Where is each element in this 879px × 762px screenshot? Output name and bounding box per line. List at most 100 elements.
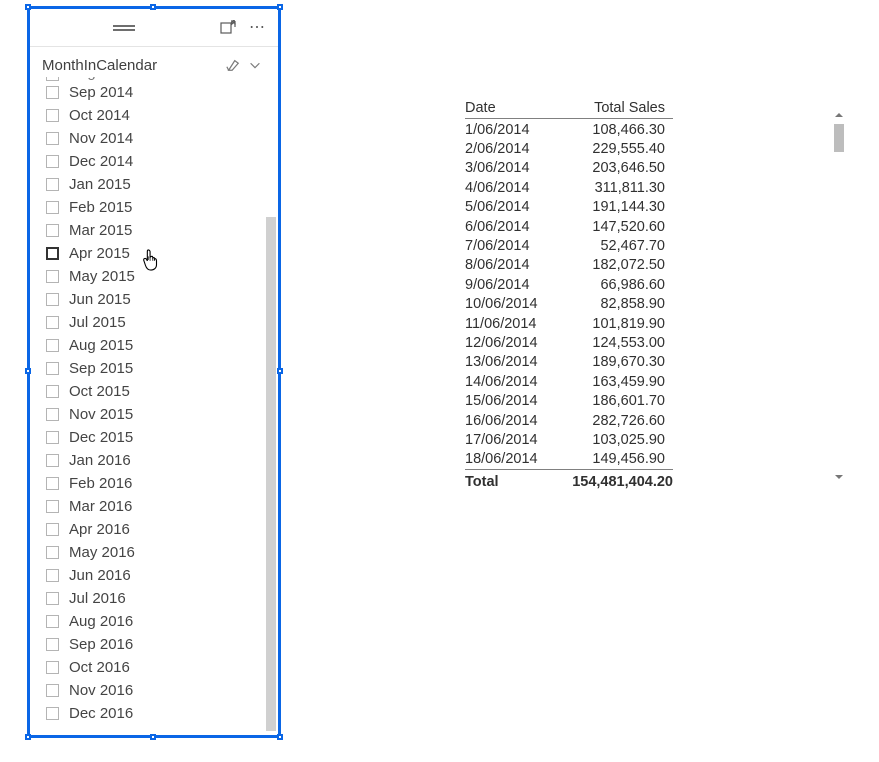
chevron-down-icon[interactable] — [244, 54, 266, 76]
slicer-item[interactable]: Nov 2016 — [30, 679, 264, 702]
slicer-item[interactable]: Nov 2015 — [30, 403, 264, 426]
slicer-item[interactable]: Jan 2015 — [30, 173, 264, 196]
table-row[interactable]: 7/06/201452,467.70 — [465, 236, 673, 255]
scrollbar-thumb[interactable] — [834, 124, 844, 152]
slicer-item[interactable]: Aug 2016 — [30, 610, 264, 633]
slicer-item[interactable]: Aug 2015 — [30, 334, 264, 357]
table-header-row: Date Total Sales — [465, 100, 673, 119]
checkbox-icon[interactable] — [46, 77, 59, 81]
table-row[interactable]: 9/06/201466,986.60 — [465, 275, 673, 294]
checkbox-icon[interactable] — [46, 385, 59, 398]
checkbox-icon[interactable] — [46, 546, 59, 559]
slicer-item[interactable]: Jul 2015 — [30, 311, 264, 334]
checkbox-icon[interactable] — [46, 592, 59, 605]
table-scrollbar[interactable] — [833, 109, 845, 483]
slicer-item[interactable]: Oct 2015 — [30, 380, 264, 403]
slicer-item[interactable]: Jan 2016 — [30, 449, 264, 472]
slicer-item[interactable]: Dec 2015 — [30, 426, 264, 449]
table-row[interactable]: 3/06/2014203,646.50 — [465, 159, 673, 178]
slicer-item[interactable]: Jul 2016 — [30, 587, 264, 610]
col-header-date[interactable]: Date — [465, 100, 560, 116]
table-row[interactable]: 14/06/2014163,459.90 — [465, 372, 673, 391]
scroll-down-icon[interactable] — [833, 471, 845, 483]
slicer-item[interactable]: Sep 2014 — [30, 81, 264, 104]
checkbox-icon[interactable] — [46, 362, 59, 375]
table-visual[interactable]: Date Total Sales 1/06/2014108,466.302/06… — [465, 100, 845, 492]
checkbox-icon[interactable] — [46, 316, 59, 329]
table-row[interactable]: 13/06/2014189,670.30 — [465, 353, 673, 372]
slicer-item[interactable]: Apr 2016 — [30, 518, 264, 541]
table-row[interactable]: 8/06/2014182,072.50 — [465, 256, 673, 275]
slicer-item[interactable]: Sep 2016 — [30, 633, 264, 656]
drag-handle-icon[interactable] — [113, 25, 135, 31]
checkbox-icon[interactable] — [46, 569, 59, 582]
cell-sales: 66,986.60 — [560, 277, 665, 293]
table-row[interactable]: 10/06/201482,858.90 — [465, 295, 673, 314]
checkbox-icon[interactable] — [46, 431, 59, 444]
slicer-item[interactable]: Mar 2015 — [30, 219, 264, 242]
checkbox-icon[interactable] — [46, 523, 59, 536]
checkbox-icon[interactable] — [46, 86, 59, 99]
slicer-item[interactable]: Sep 2015 — [30, 357, 264, 380]
checkbox-icon[interactable] — [46, 155, 59, 168]
cell-sales: 186,601.70 — [560, 393, 665, 409]
resize-handle-tr[interactable] — [277, 4, 283, 10]
table-row[interactable]: 18/06/2014149,456.90 — [465, 450, 673, 469]
resize-handle-tl[interactable] — [25, 4, 31, 10]
col-header-total-sales[interactable]: Total Sales — [560, 100, 665, 116]
checkbox-icon[interactable] — [46, 684, 59, 697]
slicer-item-label: Dec 2015 — [69, 429, 133, 446]
checkbox-icon[interactable] — [46, 454, 59, 467]
slicer-item[interactable]: May 2016 — [30, 541, 264, 564]
checkbox-icon[interactable] — [46, 661, 59, 674]
scroll-up-icon[interactable] — [833, 109, 845, 121]
table-row[interactable]: 4/06/2014311,811.30 — [465, 178, 673, 197]
checkbox-icon[interactable] — [46, 132, 59, 145]
checkbox-icon[interactable] — [46, 339, 59, 352]
checkbox-icon[interactable] — [46, 500, 59, 513]
table-row[interactable]: 12/06/2014124,553.00 — [465, 333, 673, 352]
resize-handle-mt[interactable] — [150, 4, 156, 10]
more-options-icon[interactable]: ⋯ — [246, 16, 270, 40]
table-row[interactable]: 2/06/2014229,555.40 — [465, 139, 673, 158]
checkbox-icon[interactable] — [46, 109, 59, 122]
checkbox-icon[interactable] — [46, 615, 59, 628]
slicer-item[interactable]: Dec 2016 — [30, 702, 264, 725]
focus-mode-icon[interactable] — [216, 16, 240, 40]
clear-selections-icon[interactable] — [222, 54, 244, 76]
cell-date: 7/06/2014 — [465, 238, 560, 254]
slicer-item[interactable]: Mar 2016 — [30, 495, 264, 518]
table-row[interactable]: 5/06/2014191,144.30 — [465, 198, 673, 217]
slicer-item[interactable]: Feb 2016 — [30, 472, 264, 495]
checkbox-icon[interactable] — [46, 178, 59, 191]
slicer-item[interactable]: Oct 2016 — [30, 656, 264, 679]
cell-sales: 203,646.50 — [560, 160, 665, 176]
checkbox-icon[interactable] — [46, 638, 59, 651]
checkbox-icon[interactable] — [46, 408, 59, 421]
slicer-item[interactable]: Apr 2015 — [30, 242, 264, 265]
table-row[interactable]: 17/06/2014103,025.90 — [465, 430, 673, 449]
slicer-item[interactable]: Dec 2014 — [30, 150, 264, 173]
table-row[interactable]: 11/06/2014101,819.90 — [465, 314, 673, 333]
cell-sales: 311,811.30 — [560, 180, 665, 196]
slicer-item[interactable]: May 2015 — [30, 265, 264, 288]
slicer-item-label: Jun 2016 — [69, 567, 131, 584]
slicer-item[interactable]: Jun 2016 — [30, 564, 264, 587]
slicer-visual[interactable]: ⋯ MonthInCalendar Aug 2014Sep 2014Oct 20… — [27, 6, 281, 738]
checkbox-icon[interactable] — [46, 707, 59, 720]
checkbox-icon[interactable] — [46, 247, 59, 260]
slicer-item[interactable]: Feb 2015 — [30, 196, 264, 219]
checkbox-icon[interactable] — [46, 201, 59, 214]
checkbox-icon[interactable] — [46, 293, 59, 306]
slicer-item[interactable]: Oct 2014 — [30, 104, 264, 127]
slicer-scrollbar[interactable] — [266, 217, 276, 731]
slicer-item[interactable]: Jun 2015 — [30, 288, 264, 311]
table-row[interactable]: 1/06/2014108,466.30 — [465, 120, 673, 139]
table-row[interactable]: 15/06/2014186,601.70 — [465, 391, 673, 410]
checkbox-icon[interactable] — [46, 270, 59, 283]
slicer-item[interactable]: Nov 2014 — [30, 127, 264, 150]
checkbox-icon[interactable] — [46, 477, 59, 490]
table-row[interactable]: 6/06/2014147,520.60 — [465, 217, 673, 236]
checkbox-icon[interactable] — [46, 224, 59, 237]
table-row[interactable]: 16/06/2014282,726.60 — [465, 411, 673, 430]
